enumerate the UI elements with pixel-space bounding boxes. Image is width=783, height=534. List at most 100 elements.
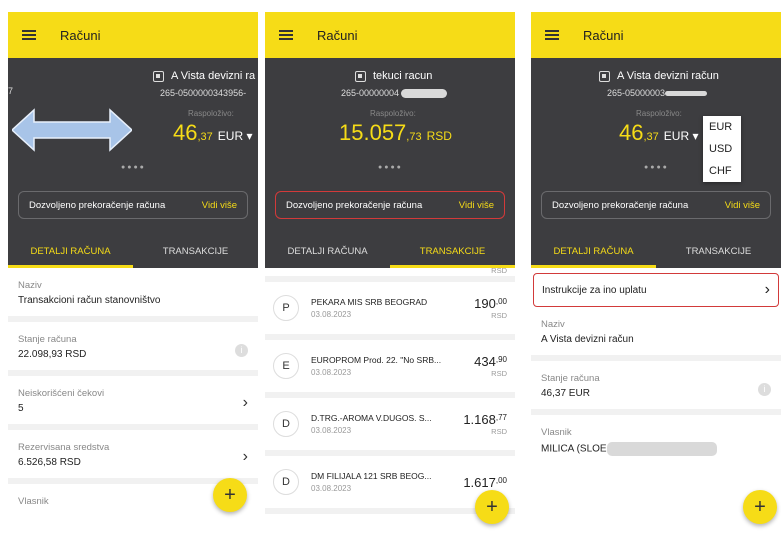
overdraft-more-link[interactable]: Vidi više [202, 200, 237, 211]
amount-decimal: ,37 [197, 131, 213, 143]
merchant-name: DM FILIJALA 121 SRB BEOG... [311, 471, 432, 481]
overdraft-label: Dozvoljeno prekoračenje računa [552, 199, 689, 211]
currency-selector[interactable]: EUR ▾ [218, 129, 253, 143]
tab-details[interactable]: DETALJI RAČUNA [265, 234, 390, 268]
transaction-amount: 1.168,77 [463, 412, 507, 427]
currency-label: RSD [426, 129, 452, 143]
available-amount: 46,37 EUR ▾ [173, 120, 252, 146]
field-naziv: Naziv A Vista devizni račun [531, 307, 781, 361]
transaction-currency: RSD [491, 369, 507, 378]
page-title: Računi [583, 27, 624, 43]
currency-option-usd[interactable]: USD [703, 138, 741, 160]
account-tabs: DETALJI RAČUNA TRANSAKCIJE [531, 234, 781, 268]
field-label: Stanje računa [541, 373, 600, 384]
overdraft-card[interactable]: Dozvoljeno prekoračenje računa Vidi više [18, 191, 248, 219]
tab-details[interactable]: DETALJI RAČUNA [8, 234, 133, 268]
account-number: 265-05000003 [607, 88, 666, 98]
currency-option-chf[interactable]: CHF [703, 160, 741, 182]
hamburger-menu-icon[interactable] [22, 30, 36, 40]
overdraft-label: Dozvoljeno prekoračenje računa [286, 199, 423, 211]
transactions-list: RSD P PEKARA MIS SRB BEOGRAD 03.08.2023 1… [265, 267, 515, 514]
pager-dots: ●●●● [644, 164, 669, 171]
transaction-row[interactable]: P PEKARA MIS SRB BEOGRAD 03.08.2023 190,0… [265, 282, 515, 340]
account-title: A Vista devizni ra [171, 70, 256, 82]
account-tabs: DETALJI RAČUNA TRANSAKCIJE [265, 234, 515, 268]
merchant-name: EUROPROM Prod. 22. "No SRB... [311, 355, 442, 365]
currency-dropdown: EUR USD CHF [703, 116, 741, 182]
available-label: Raspoloživo: [636, 109, 682, 118]
field-cekovi[interactable]: Neiskorišćeni čekovi 5 › [8, 376, 258, 430]
overdraft-card[interactable]: Dozvoljeno prekoračenje računa Vidi više [275, 191, 505, 219]
account-card-icon [599, 70, 610, 82]
chevron-right-icon: › [764, 281, 770, 298]
field-naziv: Naziv Transakcioni račun stanovništvo [8, 268, 258, 322]
amount-integer: 46 [173, 120, 198, 145]
info-icon[interactable]: i [758, 383, 771, 396]
instruction-label: Instrukcije za ino uplatu [542, 284, 647, 296]
account-card-icon [153, 70, 164, 82]
foreign-payment-instructions[interactable]: Instrukcije za ino uplatu › [533, 273, 779, 307]
field-rezervisana[interactable]: Rezervisana sredstva 6.526,58 RSD › [8, 430, 258, 484]
add-fab-button[interactable]: + [743, 490, 777, 524]
amount-integer: 46 [619, 120, 644, 145]
page-title: Računi [317, 27, 358, 43]
prev-account-edge: 7 [8, 86, 14, 96]
overdraft-more-link[interactable]: Vidi više [459, 200, 494, 211]
field-label: Stanje računa [18, 334, 77, 345]
app-bar: Računi [531, 12, 781, 58]
account-header: 7 A Vista devizni ra 265-0500000343956- … [8, 58, 258, 268]
field-value: 46,37 EUR [541, 388, 590, 399]
account-card-icon [355, 70, 366, 82]
account-title-row: tekuci racun [355, 70, 432, 82]
currency-option-eur[interactable]: EUR [703, 116, 741, 138]
field-stanje: Stanje računa 46,37 EUR i [531, 361, 781, 415]
add-fab-button[interactable]: + [213, 478, 247, 512]
add-fab-button[interactable]: + [475, 490, 509, 524]
overdraft-card[interactable]: Dozvoljeno prekoračenje računa Vidi više [541, 191, 771, 219]
overdraft-label: Dozvoljeno prekoračenje računa [29, 199, 166, 211]
field-value: 6.526,58 RSD [18, 457, 81, 468]
screen-account-details: Računi 7 A Vista devizni ra 265-05000003… [8, 12, 258, 532]
account-title: tekuci racun [373, 70, 433, 82]
transaction-currency: RSD [491, 427, 507, 436]
screen-foreign-account: Računi A Vista devizni račun 265-0500000… [531, 12, 781, 532]
merchant-name: D.TRG.-AROMA V.DUGOS. S... [311, 413, 432, 423]
partial-row: RSD [265, 267, 515, 282]
field-label: Rezervisana sredstva [18, 442, 110, 453]
account-title: A Vista devizni račun [617, 70, 719, 82]
merchant-avatar: D [273, 411, 299, 437]
app-bar: Računi [265, 12, 515, 58]
tab-transactions[interactable]: TRANSAKCIJE [133, 234, 258, 268]
account-header: tekuci racun 265-00000004 Raspoloživo: 1… [265, 58, 515, 268]
tab-transactions[interactable]: TRANSAKCIJE [656, 234, 781, 268]
account-title-row: A Vista devizni račun [599, 70, 719, 82]
tab-details[interactable]: DETALJI RAČUNA [531, 234, 656, 268]
account-number-row: 265-00000004 [341, 88, 448, 99]
chevron-right-icon[interactable]: › [243, 448, 248, 466]
field-label: Neiskorišćeni čekovi [18, 388, 105, 399]
available-label: Raspoloživo: [370, 109, 416, 118]
hamburger-menu-icon[interactable] [279, 30, 293, 40]
info-icon[interactable]: i [235, 344, 248, 357]
field-value: 5 [18, 403, 24, 414]
overdraft-more-link[interactable]: Vidi više [725, 200, 760, 211]
amount-decimal: ,37 [643, 131, 659, 143]
redacted-block [665, 91, 708, 97]
hamburger-menu-icon[interactable] [545, 30, 559, 40]
field-value-row: MILICA (SLOE [541, 442, 771, 456]
field-value: 22.098,93 RSD [18, 349, 87, 360]
transaction-currency: RSD [491, 311, 507, 320]
tab-transactions[interactable]: TRANSAKCIJE [390, 234, 515, 268]
field-label: Vlasnik [541, 427, 572, 438]
app-bar: Računi [8, 12, 258, 58]
available-amount: 46,37 EUR ▾ [619, 120, 698, 146]
account-number: 265-0500000343956- [160, 88, 247, 98]
field-vlasnik: Vlasnik MILICA (SLOE [531, 415, 781, 466]
transaction-row[interactable]: E EUROPROM Prod. 22. "No SRB... 03.08.202… [265, 340, 515, 398]
swipe-arrow-icon [12, 108, 132, 152]
merchant-avatar: E [273, 353, 299, 379]
currency-selector[interactable]: EUR ▾ [664, 129, 699, 143]
chevron-right-icon[interactable]: › [243, 394, 248, 412]
transaction-row[interactable]: D D.TRG.-AROMA V.DUGOS. S... 03.08.2023 1… [265, 398, 515, 456]
merchant-avatar: D [273, 469, 299, 495]
